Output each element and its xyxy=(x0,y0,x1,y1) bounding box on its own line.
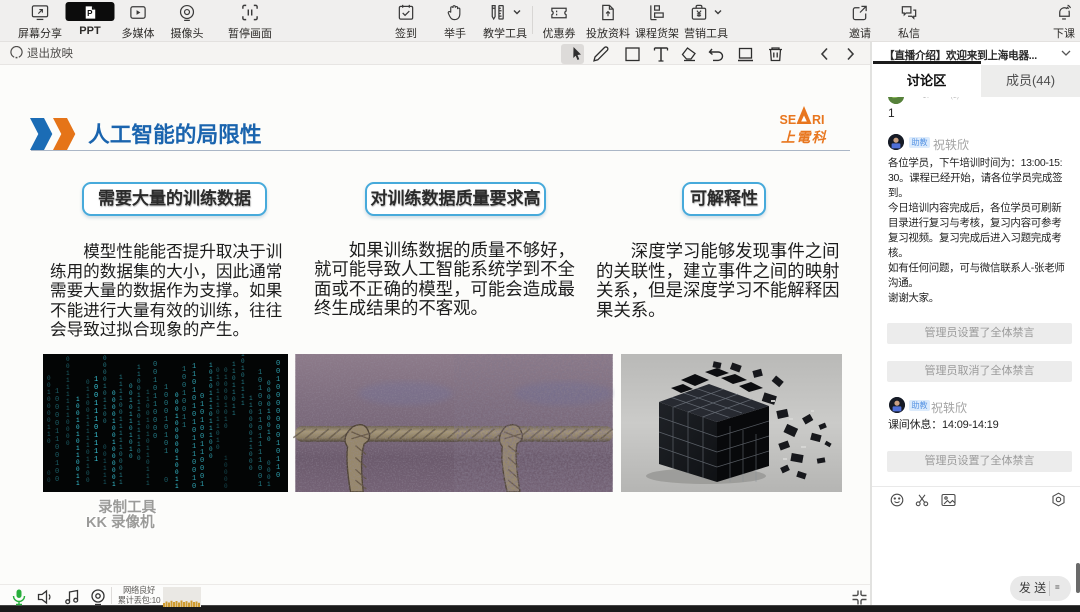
svg-text:010001010: 010001010 xyxy=(224,367,228,430)
svg-text:0011111110000: 0011111110000 xyxy=(66,356,70,447)
svg-text:001000000010110: 001000000010110 xyxy=(276,360,280,480)
svg-text:11001110111100: 11001110111100 xyxy=(137,364,141,462)
svg-text:P: P xyxy=(87,9,93,18)
svg-text:011001111101100: 011001111101100 xyxy=(86,379,90,484)
svg-text:100010101: 100010101 xyxy=(164,384,168,456)
svg-text:1101010101110010: 1101010101110010 xyxy=(192,363,196,491)
svg-text:100001100100: 100001100100 xyxy=(55,388,59,484)
svg-text:上電科: 上電科 xyxy=(781,130,827,145)
svg-text:0010000110: 0010000110 xyxy=(47,375,51,445)
svg-text:SE: SE xyxy=(780,113,797,127)
svg-text:00001001000001: 00001001000001 xyxy=(112,390,116,488)
svg-text:10011101111: 10011101111 xyxy=(94,376,98,464)
svg-text:10101111: 10101111 xyxy=(241,354,245,407)
svg-text:00010000010011: 00010000010011 xyxy=(175,392,179,490)
svg-text:00101101010: 00101101010 xyxy=(129,383,133,460)
svg-text:10000: 10000 xyxy=(224,455,228,490)
svg-text:0000101100: 0000101100 xyxy=(103,355,107,425)
svg-text:000010010: 000010010 xyxy=(267,380,271,443)
svg-text:11000011000: 11000011000 xyxy=(249,395,253,472)
svg-text:0: 0 xyxy=(164,477,168,485)
svg-text:10010011: 10010011 xyxy=(182,366,186,430)
svg-text:0001: 0001 xyxy=(267,460,271,488)
svg-text:0010110000: 0010110000 xyxy=(153,361,157,441)
svg-text:11001010110111: 11001010110111 xyxy=(146,389,150,487)
svg-text:101001101111001: 101001101111001 xyxy=(258,369,262,489)
svg-text:010100110001: 010100110001 xyxy=(200,393,204,489)
svg-text:10101110111000: 10101110111000 xyxy=(209,362,213,460)
svg-text:00: 00 xyxy=(47,470,51,484)
svg-text:1111001111100011: 1111001111100011 xyxy=(119,374,123,486)
svg-text:11011011: 11011011 xyxy=(232,361,236,417)
svg-text:1001010110011: 1001010110011 xyxy=(76,396,80,487)
svg-text:001111: 001111 xyxy=(103,444,107,486)
svg-text:RI: RI xyxy=(812,113,825,127)
svg-text:010111011010: 010111011010 xyxy=(216,367,220,451)
